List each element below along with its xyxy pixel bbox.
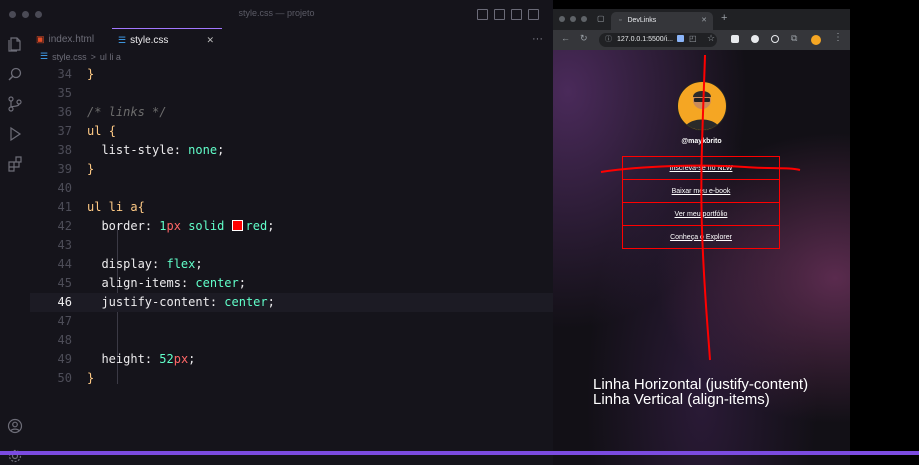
caption-horizontal: Linha Horizontal (justify-content) (593, 376, 809, 393)
caption-vertical: Linha Vertical (align-items) (593, 391, 770, 408)
annotation-vertical-line (700, 54, 711, 361)
progress-bar (0, 451, 919, 455)
annotation-caption: Linha Horizontal (justify-content) Linha… (593, 377, 808, 407)
annotation-horizontal-line (600, 164, 801, 173)
